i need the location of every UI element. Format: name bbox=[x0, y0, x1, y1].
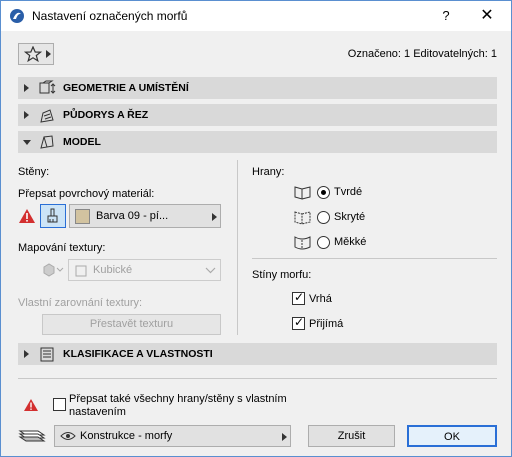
edges-hidden-label: Skryté bbox=[334, 211, 366, 223]
help-button[interactable]: ? bbox=[431, 5, 461, 27]
edges-hidden-radio[interactable] bbox=[317, 211, 330, 224]
edges-shadows-divider bbox=[252, 258, 497, 259]
layer-dropdown[interactable]: Konstrukce - morfy bbox=[54, 425, 291, 447]
section-model-header[interactable]: MODEL bbox=[18, 131, 497, 153]
section-geometry-label: GEOMETRIE A UMÍSTĚNÍ bbox=[63, 82, 189, 94]
chevron-right-icon bbox=[282, 433, 287, 441]
ok-button[interactable]: OK bbox=[407, 425, 497, 447]
selection-info: Označeno: 1 Editovatelných: 1 bbox=[347, 48, 497, 60]
override-material-toggle[interactable] bbox=[40, 204, 66, 228]
layer-value: Konstrukce - morfy bbox=[80, 430, 173, 442]
eye-icon bbox=[60, 432, 76, 440]
texture-mapping-value: Kubické bbox=[93, 264, 133, 276]
material-dropdown[interactable]: Barva 09 - pí... bbox=[69, 204, 221, 228]
collapse-arrow-icon bbox=[23, 140, 31, 145]
footer-divider bbox=[18, 378, 497, 379]
section-model-label: MODEL bbox=[63, 136, 101, 148]
layers-icon bbox=[18, 430, 46, 442]
close-button[interactable]: ✕ bbox=[467, 5, 507, 27]
texture-mapping-icon bbox=[43, 263, 64, 277]
expand-arrow-icon bbox=[24, 350, 29, 358]
chevron-right-icon bbox=[46, 50, 51, 58]
edge-hidden-icon bbox=[294, 211, 311, 225]
classification-icon bbox=[40, 347, 54, 362]
edge-soft-icon bbox=[294, 236, 311, 250]
rebuild-texture-button[interactable]: Přestavět texturu bbox=[42, 314, 221, 335]
expand-arrow-icon bbox=[24, 84, 29, 92]
section-floorplan-label: PŮDORYS A ŘEZ bbox=[63, 109, 149, 121]
star-icon bbox=[24, 46, 42, 62]
override-all-label-line1: Přepsat také všechny hrany/stěny s vlast… bbox=[69, 393, 287, 405]
texture-mapping-label: Mapování textury: bbox=[18, 242, 106, 254]
cancel-button[interactable]: Zrušit bbox=[308, 425, 395, 447]
checkmark-icon: ✓ bbox=[294, 290, 305, 304]
edges-hard-radio[interactable] bbox=[317, 186, 330, 199]
shadow-cast-checkbox[interactable]: ✓ bbox=[292, 290, 305, 305]
archicad-logo-icon bbox=[10, 9, 24, 23]
section-geometry-header[interactable]: GEOMETRIE A UMÍSTĚNÍ bbox=[18, 77, 497, 99]
override-all-label-line2: nastavením bbox=[69, 406, 126, 418]
checkmark-icon: ✓ bbox=[294, 315, 305, 329]
custom-alignment-label: Vlastní zarovnání textury: bbox=[18, 297, 143, 309]
shadow-receive-label: Přijímá bbox=[309, 318, 344, 330]
shadow-cast-label: Vrhá bbox=[309, 293, 332, 305]
shadow-receive-checkbox[interactable]: ✓ bbox=[292, 315, 305, 330]
geometry-icon bbox=[39, 80, 56, 94]
chevron-right-icon bbox=[212, 213, 217, 221]
section-floorplan-header[interactable]: PŮDORYS A ŘEZ bbox=[18, 104, 497, 126]
edges-soft-radio[interactable] bbox=[317, 236, 330, 249]
cube-icon bbox=[75, 265, 87, 277]
warning-icon bbox=[24, 399, 38, 411]
brush-icon bbox=[47, 208, 58, 223]
material-swatch bbox=[75, 209, 90, 224]
edges-label: Hrany: bbox=[252, 166, 285, 178]
expand-arrow-icon bbox=[24, 111, 29, 119]
edges-soft-label: Měkké bbox=[334, 236, 367, 248]
warning-icon bbox=[19, 209, 35, 223]
settings-dialog: Nastavení označených morfů ? ✕ Označeno:… bbox=[0, 0, 512, 457]
window-title: Nastavení označených morfů bbox=[32, 9, 188, 23]
chevron-down-icon bbox=[205, 267, 216, 274]
floorplan-icon bbox=[40, 109, 54, 123]
shadows-label: Stíny morfu: bbox=[252, 269, 312, 281]
walls-label: Stěny: bbox=[18, 166, 50, 178]
override-material-label: Přepsat povrchový materiál: bbox=[18, 188, 155, 200]
section-classification-label: KLASIFIKACE A VLASTNOSTI bbox=[63, 348, 213, 360]
title-bar: Nastavení označených morfů ? ✕ bbox=[1, 1, 511, 31]
favorites-button[interactable] bbox=[18, 43, 54, 65]
edge-hard-icon bbox=[294, 186, 311, 200]
edges-hard-label: Tvrdé bbox=[334, 186, 363, 198]
model-icon bbox=[40, 135, 54, 149]
section-classification-header[interactable]: KLASIFIKACE A VLASTNOSTI bbox=[18, 343, 497, 365]
texture-mapping-dropdown[interactable]: Kubické bbox=[68, 259, 221, 281]
material-value: Barva 09 - pí... bbox=[96, 210, 169, 222]
column-divider bbox=[237, 160, 238, 335]
override-all-checkbox[interactable] bbox=[53, 398, 66, 411]
